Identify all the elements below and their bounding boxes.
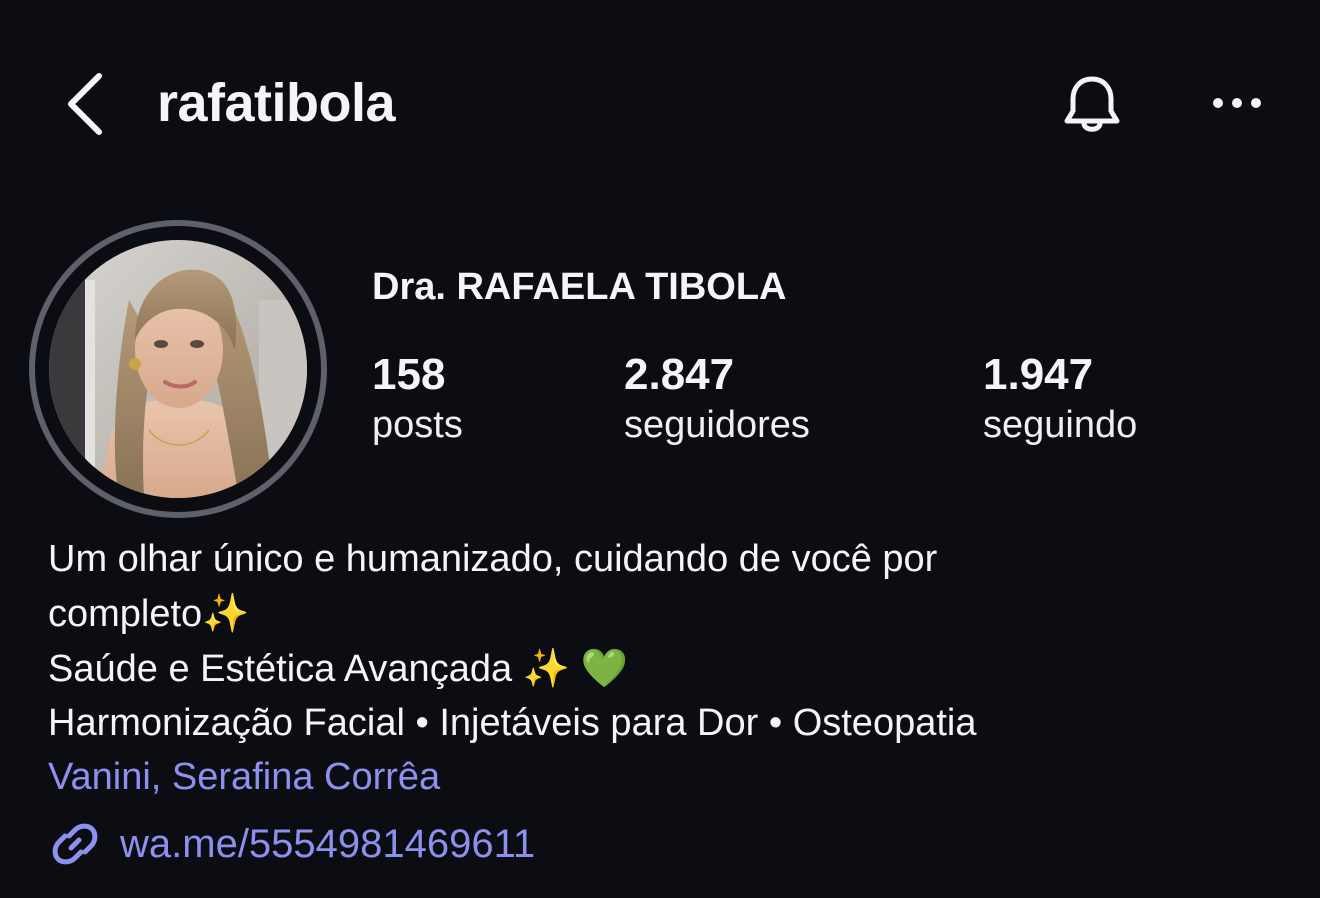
stat-following[interactable]: 1.947 seguindo [983, 348, 1137, 448]
stat-following-label: seguindo [983, 404, 1138, 446]
chevron-left-icon [68, 73, 102, 135]
profile-username: rafatibola [157, 73, 396, 133]
external-link[interactable]: wa.me/5554981469611 [48, 814, 535, 874]
more-options-button[interactable] [1202, 78, 1272, 128]
bio-line-3-text: Saúde e Estética Avançada [48, 648, 523, 690]
stat-followers-label: seguidores [624, 404, 810, 446]
more-horizontal-icon [1213, 98, 1261, 108]
back-button[interactable] [52, 66, 118, 142]
bio-line-2: completo✨ [48, 586, 1278, 641]
bell-icon [1064, 74, 1120, 132]
link-url: wa.me/5554981469611 [120, 822, 536, 866]
bio-line-4: Harmonização Facial • Injetáveis para Do… [48, 702, 977, 744]
stat-followers[interactable]: 2.847 seguidores [624, 348, 810, 448]
green-heart-emoji: 💚 [580, 646, 628, 690]
avatar [49, 240, 307, 498]
profile-full-name: Dra. RAFAELA TIBOLA [372, 266, 787, 308]
sparkles-emoji: ✨ [522, 646, 570, 690]
bio-line-2-text: completo [48, 593, 203, 635]
stat-following-value: 1.947 [983, 350, 1094, 399]
stat-posts-label: posts [372, 404, 463, 446]
profile-bio: Um olhar único e humanizado, cuidando de… [48, 532, 1278, 804]
location-link[interactable]: Vanini, Serafina Corrêa [48, 750, 1278, 804]
profile-avatar-ring[interactable] [29, 220, 327, 518]
notifications-button[interactable] [1054, 66, 1130, 142]
stat-followers-value: 2.847 [624, 350, 735, 399]
link-icon [48, 817, 102, 871]
bio-line-3: Saúde e Estética Avançada ✨ 💚 [48, 641, 1278, 696]
stat-posts-value: 158 [372, 350, 446, 399]
bio-line-1: Um olhar único e humanizado, cuidando de… [48, 538, 938, 580]
stat-posts[interactable]: 158 posts [372, 348, 463, 448]
avatar-gap [35, 226, 321, 512]
sparkles-emoji: ✨ [202, 591, 250, 635]
top-bar: rafatibola [0, 0, 1320, 200]
